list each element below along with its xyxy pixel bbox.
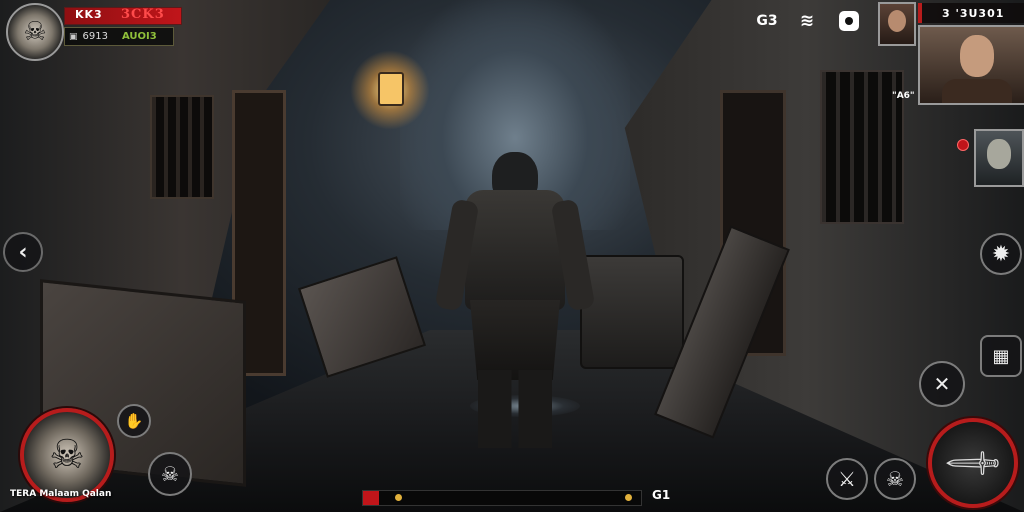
melee-button[interactable]: ⚔	[826, 458, 868, 500]
stat-right-value: AUOI3	[121, 31, 157, 42]
gear-icon: G3	[756, 13, 778, 29]
map-icon: ▦	[992, 345, 1010, 367]
map-button[interactable]: ▦	[980, 335, 1022, 377]
record-button[interactable]	[834, 6, 864, 36]
left-window-bars	[150, 95, 214, 199]
attack-button[interactable]: 🗡	[928, 418, 1018, 508]
face	[987, 139, 1011, 169]
skull-ability-button[interactable]: ☠	[148, 452, 192, 496]
zombie-portrait[interactable]	[974, 129, 1024, 187]
stat-icon: ▣	[69, 31, 78, 42]
character-label: TERA Malaam Qalan	[10, 489, 112, 499]
bottom-right-text: G1	[652, 488, 671, 502]
alert-indicator	[957, 139, 969, 151]
street-lamp	[378, 72, 404, 106]
figure-legs	[478, 370, 552, 448]
crossed-tools-icon: ⚔	[838, 467, 856, 491]
enemy-portrait-large[interactable]	[918, 25, 1024, 105]
stat-left-value: 6913	[82, 31, 108, 42]
counter-panel: 3 '3U301	[918, 3, 1024, 23]
status-dot-right	[625, 494, 632, 501]
crossed-tools-icon: ✕	[933, 372, 951, 396]
skull-icon: ☠	[23, 17, 47, 47]
bottom-status-bar	[362, 490, 642, 506]
back-button[interactable]: ‹	[3, 232, 43, 272]
figure-torso	[465, 190, 565, 310]
hand-button[interactable]: ✋	[117, 404, 151, 438]
skull-icon: ☠	[886, 467, 904, 491]
health-text: 3CK3	[121, 7, 165, 22]
crossed-tools-button[interactable]: ✕	[919, 361, 965, 407]
skull-icon: ☠	[161, 462, 179, 486]
signal-button[interactable]: ≋	[792, 6, 822, 36]
signal-icon: ≋	[799, 11, 815, 31]
teammate-portrait-small[interactable]	[878, 2, 916, 46]
status-dot-left	[395, 494, 402, 501]
health-bar: KK3 3CK3	[64, 7, 182, 25]
character-portrait[interactable]: ☠	[20, 408, 114, 502]
shirt	[942, 79, 1012, 103]
portrait-caption: "A6"	[892, 91, 915, 101]
skull-icon: ☠	[49, 432, 85, 478]
octagon-icon	[839, 11, 859, 31]
counter-text: 3 '3U301	[942, 6, 1005, 20]
skull-button[interactable]: ☠	[874, 458, 916, 500]
hand-icon: ✋	[124, 412, 144, 430]
status-bar-red-tag	[363, 491, 379, 505]
player-avatar[interactable]: ☠	[6, 3, 64, 61]
face	[960, 35, 994, 77]
game-scene	[0, 0, 1024, 512]
player-name-tag: KK3	[75, 8, 103, 21]
chevron-left-icon: ‹	[18, 239, 28, 265]
settings-symbol-button[interactable]: G3	[752, 6, 782, 36]
sword-icon: 🗡	[940, 430, 1006, 496]
gear-icon: ✹	[991, 241, 1011, 267]
gear-button[interactable]: ✹	[980, 233, 1022, 275]
figure-coat	[470, 300, 560, 380]
hooded-figure	[434, 150, 596, 450]
face	[888, 10, 906, 32]
stat-panel: ▣ 6913 AUOI3	[64, 27, 174, 46]
armchair	[580, 255, 684, 369]
